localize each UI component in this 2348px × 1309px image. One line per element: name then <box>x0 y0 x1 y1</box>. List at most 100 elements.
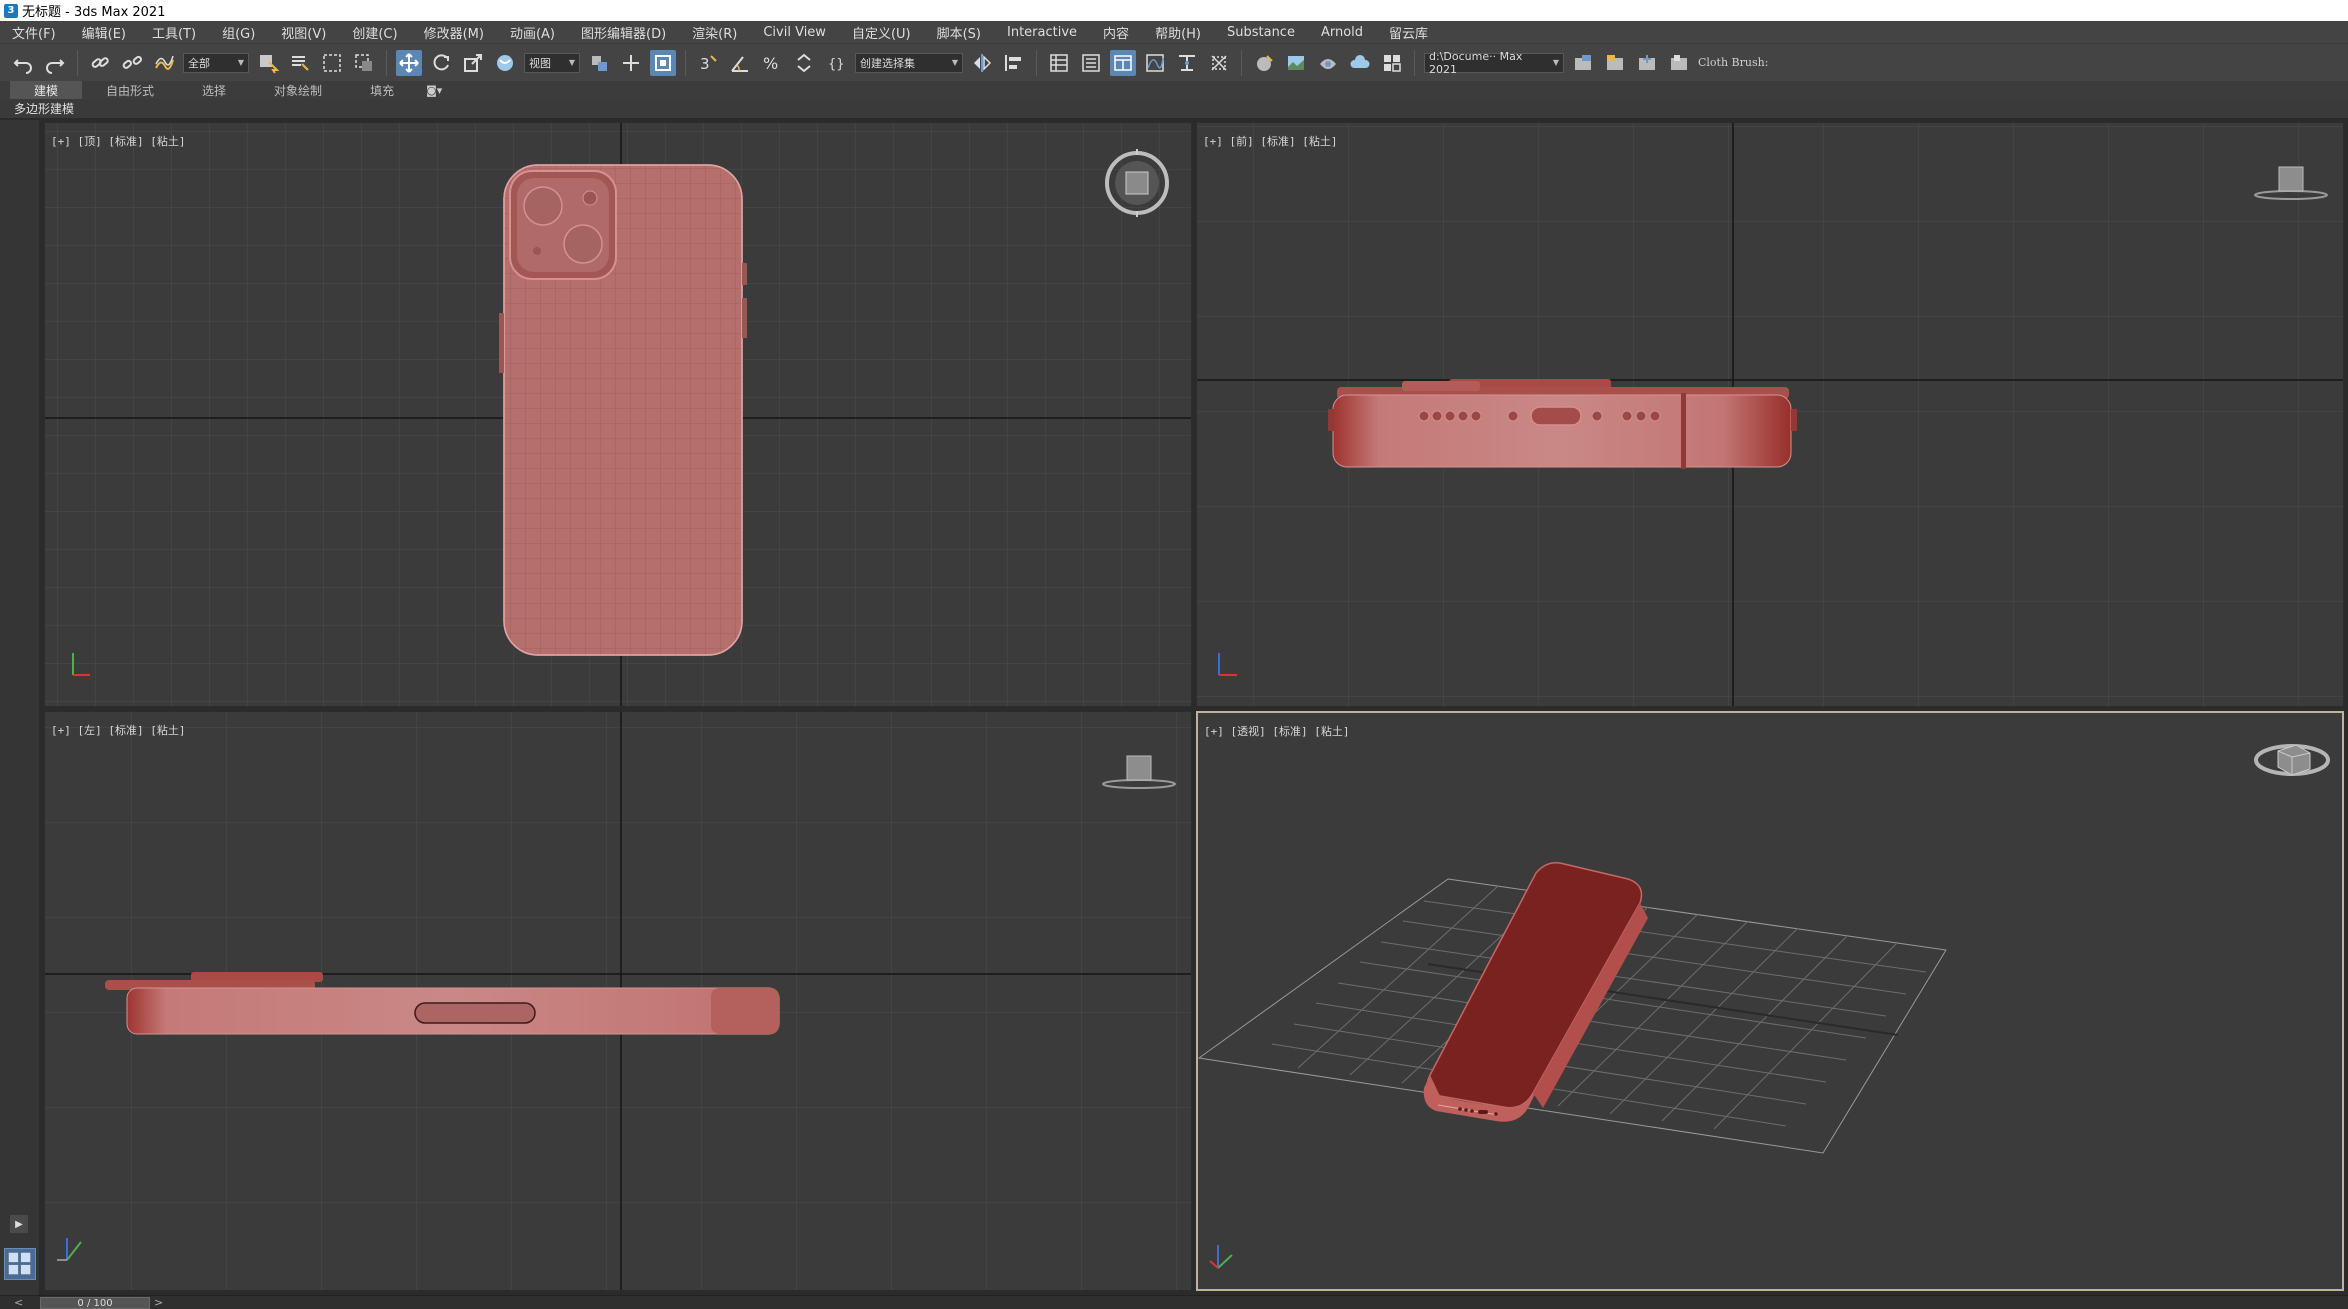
menu-animation[interactable]: 动画(A) <box>510 23 555 42</box>
menu-bar: 文件(F) 编辑(E) 工具(T) 组(G) 视图(V) 创建(C) 修改器(M… <box>0 21 2348 43</box>
project-set-icon[interactable] <box>1602 50 1628 76</box>
viewport-left[interactable]: [+] [左] [标准] [粘土] <box>44 711 1192 1291</box>
menu-graph-editors[interactable]: 图形编辑器(D) <box>581 23 666 42</box>
undo-icon[interactable] <box>10 50 36 76</box>
perspective-view-scene <box>1198 744 2330 1269</box>
render-icon[interactable] <box>1315 50 1341 76</box>
curve-editor-icon[interactable] <box>1142 50 1168 76</box>
menu-modifiers[interactable]: 修改器(M) <box>424 23 484 42</box>
viewport-label[interactable]: [+] [左] [标准] [粘土] <box>51 722 185 738</box>
tab-object-paint[interactable]: 对象绘制 <box>250 81 346 99</box>
menu-liuyun-library[interactable]: 留云库 <box>1389 23 1428 42</box>
pivot-icon[interactable] <box>586 50 612 76</box>
phone-back-model[interactable] <box>499 164 747 656</box>
render-setup-icon[interactable] <box>1251 50 1277 76</box>
rendered-frame-icon[interactable] <box>1283 50 1309 76</box>
snap-icon[interactable]: 3 <box>695 50 721 76</box>
cloth-brush-label: Cloth Brush: <box>1698 56 1769 69</box>
toolbar-separator <box>1414 49 1415 76</box>
timeline-next-button[interactable]: > <box>154 1296 163 1309</box>
top-view-scene <box>45 123 1191 706</box>
bind-spacewarp-icon[interactable] <box>151 50 177 76</box>
viewport-front[interactable]: [+] [前] [标准] [粘土] <box>1196 122 2344 707</box>
timeline-prev-button[interactable]: < <box>14 1296 23 1309</box>
toolbar-separator <box>685 49 686 76</box>
mirror-icon[interactable] <box>969 50 995 76</box>
ribbon-toggle-icon[interactable] <box>1110 49 1136 76</box>
unlink-icon[interactable] <box>119 50 145 76</box>
link-icon[interactable] <box>87 50 113 76</box>
arnold-icon[interactable] <box>1379 50 1405 76</box>
viewport-top[interactable]: [+] [顶] [标准] [粘土] <box>44 122 1192 707</box>
tab-modeling[interactable]: 建模 <box>10 81 83 99</box>
rotate-icon[interactable] <box>428 50 454 76</box>
menu-content[interactable]: 内容 <box>1103 23 1129 42</box>
rect-selection-icon[interactable] <box>319 50 345 76</box>
edit-named-selection-icon[interactable]: {} <box>823 50 849 76</box>
placement-icon[interactable] <box>492 50 518 76</box>
selection-filter-dropdown[interactable]: 全部 ▼ <box>183 52 249 73</box>
percent-snap-icon[interactable]: % <box>759 50 785 76</box>
menu-edit[interactable]: 编辑(E) <box>82 23 126 42</box>
main-toolbar: 全部 ▼ 视图 ▼ 3 % {} 创建选择集 ▼ d:\Docume·· Max 20… <box>0 43 2348 81</box>
window-crossing-icon[interactable] <box>351 50 377 76</box>
menu-tools[interactable]: 工具(T) <box>152 23 196 42</box>
menu-customize[interactable]: 自定义(U) <box>852 23 911 42</box>
viewcube-icon[interactable] <box>2254 744 2330 776</box>
spinner-snap-icon[interactable] <box>791 50 817 76</box>
viewport-label[interactable]: [+] [前] [标准] [粘土] <box>1203 133 1337 149</box>
redo-icon[interactable] <box>42 50 68 76</box>
svg-text:3: 3 <box>700 55 710 73</box>
named-selection-value: 创建选择集 <box>860 56 915 70</box>
svg-text:{}: {} <box>828 57 845 72</box>
menu-scripting[interactable]: 脚本(S) <box>937 23 981 42</box>
menu-interactive[interactable]: Interactive <box>1007 25 1077 40</box>
viewport-label[interactable]: [+] [透视] [标准] [粘土] <box>1204 723 1349 739</box>
reference-coord-dropdown[interactable]: 视图 ▼ <box>524 52 580 73</box>
schematic-view-icon[interactable] <box>1174 50 1200 76</box>
tab-freeform[interactable]: 自由形式 <box>82 81 178 99</box>
project-path-dropdown[interactable]: d:\Docume·· Max 2021 ▼ <box>1424 50 1564 76</box>
menu-rendering[interactable]: 渲染(R) <box>692 23 737 42</box>
toolbar-separator <box>77 49 78 76</box>
time-slider[interactable]: 0 / 100 <box>40 1297 150 1309</box>
select-object-icon[interactable] <box>255 50 281 76</box>
project-manage-icon[interactable] <box>1666 50 1692 76</box>
viewport-perspective[interactable]: [+] [透视] [标准] [粘土] <box>1196 711 2344 1291</box>
toolbar-separator <box>1241 49 1242 76</box>
selection-filter-value: 全部 <box>188 56 210 70</box>
left-view-scene <box>45 712 1191 1290</box>
menu-arnold[interactable]: Arnold <box>1321 25 1363 40</box>
menu-file[interactable]: 文件(F) <box>12 23 56 42</box>
select-by-name-icon[interactable] <box>287 50 313 76</box>
menu-substance[interactable]: Substance <box>1227 25 1295 40</box>
menu-help[interactable]: 帮助(H) <box>1155 23 1201 42</box>
play-expand-icon[interactable]: ▶ <box>10 1215 28 1233</box>
move-icon[interactable] <box>396 49 422 76</box>
menu-create[interactable]: 创建(C) <box>352 23 397 42</box>
viewport-label[interactable]: [+] [顶] [标准] [粘土] <box>51 133 185 149</box>
keyboard-shortcut-override-icon[interactable] <box>650 49 676 76</box>
viewport-layout-button[interactable] <box>4 1248 36 1280</box>
phone-front-model[interactable] <box>1328 379 1797 469</box>
tab-selection[interactable]: 选择 <box>178 81 250 99</box>
named-selection-dropdown[interactable]: 创建选择集 ▼ <box>855 52 963 73</box>
scale-icon[interactable] <box>460 50 486 76</box>
align-icon[interactable] <box>1001 50 1027 76</box>
select-manipulate-icon[interactable] <box>618 50 644 76</box>
menu-group[interactable]: 组(G) <box>222 23 255 42</box>
layer-explorer-icon[interactable] <box>1078 50 1104 76</box>
angle-snap-icon[interactable] <box>727 50 753 76</box>
material-editor-icon[interactable] <box>1206 50 1232 76</box>
menu-views[interactable]: 视图(V) <box>281 23 326 42</box>
tab-populate[interactable]: 填充 <box>346 81 418 99</box>
render-cloud-icon[interactable] <box>1347 50 1373 76</box>
scene-explorer-icon[interactable] <box>1046 50 1072 76</box>
svg-text:%: % <box>763 54 778 73</box>
ribbon-options-icon[interactable]: ◙▾ <box>426 84 442 97</box>
chevron-down-icon: ▼ <box>568 58 575 67</box>
project-new-icon[interactable] <box>1634 50 1660 76</box>
polygon-modeling-label[interactable]: 多边形建模 <box>14 100 74 117</box>
project-folder-icon[interactable] <box>1570 50 1596 76</box>
menu-civil-view[interactable]: Civil View <box>763 25 826 40</box>
